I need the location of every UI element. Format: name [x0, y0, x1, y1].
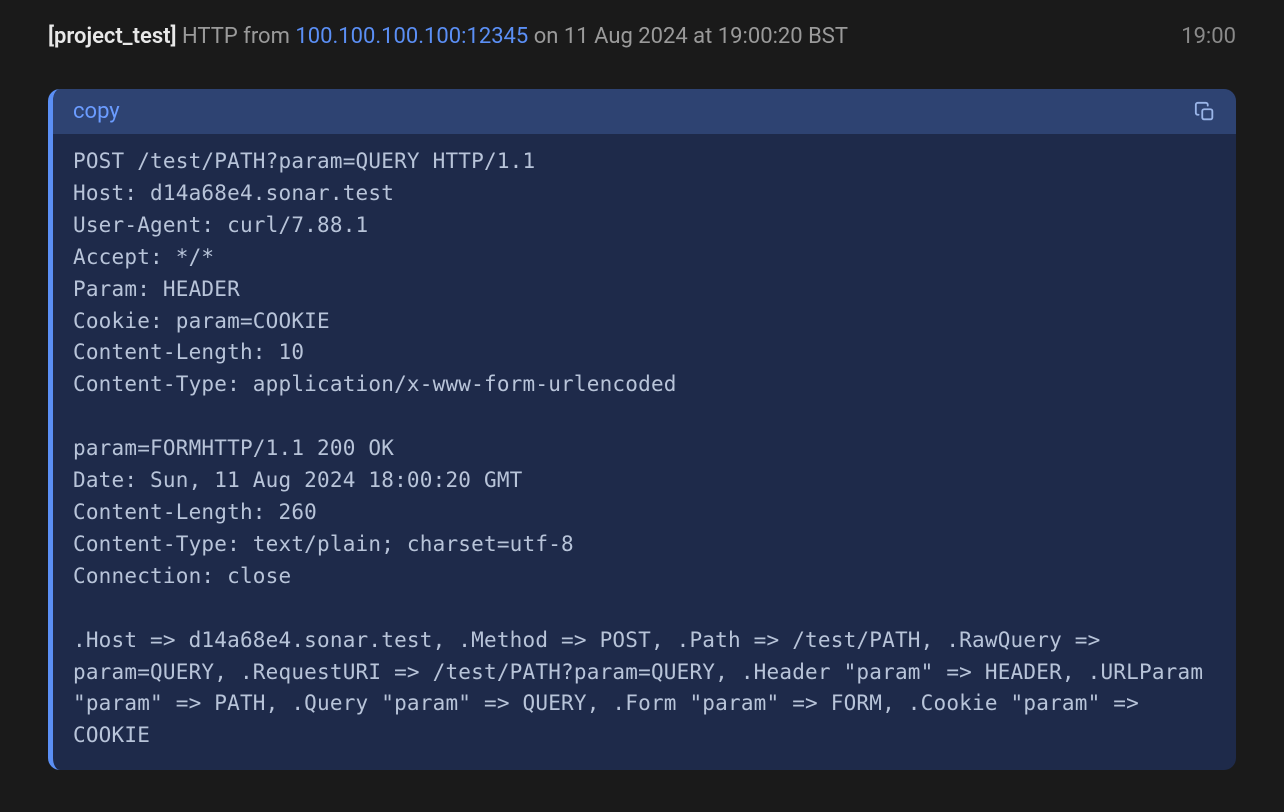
- log-prefix: HTTP from: [177, 24, 296, 49]
- source-ip-link[interactable]: 100.100.100.100:12345: [295, 24, 528, 49]
- copy-icon[interactable]: [1194, 101, 1216, 123]
- copy-label[interactable]: copy: [73, 99, 120, 124]
- log-entry-container: [project_test] HTTP from 100.100.100.100…: [0, 0, 1284, 770]
- code-content[interactable]: POST /test/PATH?param=QUERY HTTP/1.1 Hos…: [53, 134, 1236, 770]
- code-block: copy POST /test/PATH?param=QUERY HTTP/1.…: [48, 89, 1236, 770]
- log-suffix: on 11 Aug 2024 at 19:00:20 BST: [528, 24, 848, 49]
- short-timestamp: 19:00: [1181, 24, 1236, 49]
- log-header: [project_test] HTTP from 100.100.100.100…: [0, 0, 1284, 49]
- log-title: [project_test] HTTP from 100.100.100.100…: [48, 24, 848, 49]
- project-tag: [project_test]: [48, 24, 177, 49]
- code-block-header: copy: [53, 89, 1236, 134]
